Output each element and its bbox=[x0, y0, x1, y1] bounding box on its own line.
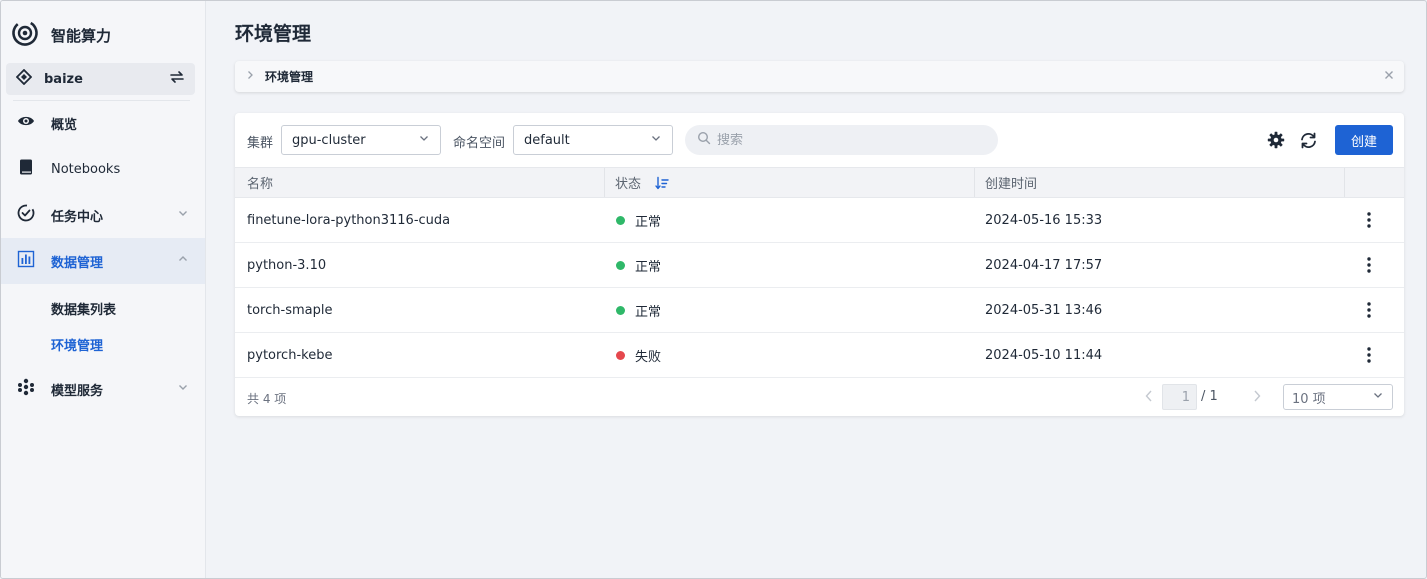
notebook-icon bbox=[17, 158, 35, 180]
chevron-up-icon bbox=[177, 253, 189, 269]
status-text: 正常 bbox=[635, 304, 662, 320]
column-header-name[interactable]: 名称 bbox=[247, 168, 273, 197]
page-size-value: 10 项 bbox=[1292, 391, 1326, 407]
sidebar-subitem-datasets[interactable]: 数据集列表 bbox=[51, 299, 116, 318]
chevron-down-icon bbox=[1372, 389, 1384, 405]
table-row[interactable]: finetune-lora-python3116-cuda 正常 2024-05… bbox=[235, 198, 1404, 243]
cluster-select-value: gpu-cluster bbox=[292, 132, 366, 148]
page-input[interactable]: 1 bbox=[1162, 384, 1197, 410]
sidebar-subitem-environment[interactable]: 环境管理 bbox=[51, 335, 103, 354]
column-divider bbox=[604, 168, 605, 197]
create-button[interactable]: 创建 bbox=[1335, 125, 1393, 155]
app-window: 智能算力 baize 概览 Notebooks 任务中心 数据管理 数据集列表 … bbox=[0, 0, 1427, 579]
table-row[interactable]: python-3.10 正常 2024-04-17 17:57 bbox=[235, 243, 1404, 288]
sidebar: 智能算力 baize 概览 Notebooks 任务中心 数据管理 数据集列表 … bbox=[1, 1, 206, 578]
breadcrumb: 环境管理 bbox=[235, 61, 1404, 92]
row-created: 2024-05-10 11:44 bbox=[985, 347, 1103, 363]
table-row[interactable]: torch-smaple 正常 2024-05-31 13:46 bbox=[235, 288, 1404, 333]
chevron-down-icon bbox=[418, 132, 430, 148]
row-created: 2024-05-16 15:33 bbox=[985, 212, 1103, 228]
brand: 智能算力 bbox=[11, 19, 112, 51]
sidebar-item-overview[interactable]: 概览 bbox=[1, 100, 205, 146]
table-row[interactable]: pytorch-kebe 失败 2024-05-10 11:44 bbox=[235, 333, 1404, 378]
switch-icon[interactable] bbox=[169, 69, 185, 89]
row-name[interactable]: torch-smaple bbox=[247, 288, 332, 332]
page-title: 环境管理 bbox=[235, 23, 312, 45]
sidebar-item-model-service[interactable]: 模型服务 bbox=[1, 366, 205, 412]
column-header-created[interactable]: 创建时间 bbox=[985, 168, 1037, 197]
more-actions-icon[interactable] bbox=[1361, 300, 1377, 320]
sidebar-item-notebooks[interactable]: Notebooks bbox=[1, 146, 205, 192]
search-box bbox=[685, 125, 998, 155]
row-name[interactable]: finetune-lora-python3116-cuda bbox=[247, 198, 450, 242]
chevron-down-icon bbox=[177, 381, 189, 397]
row-status: 正常 bbox=[616, 198, 661, 242]
pagination: 共 4 项 1 / 1 10 项 bbox=[235, 378, 1404, 416]
namespace-select-value: default bbox=[524, 132, 570, 148]
row-created: 2024-04-17 17:57 bbox=[985, 257, 1103, 273]
table-header: 名称 状态 创建时间 bbox=[235, 167, 1404, 198]
cluster-select[interactable]: gpu-cluster bbox=[281, 125, 441, 155]
row-name[interactable]: pytorch-kebe bbox=[247, 333, 332, 377]
search-icon bbox=[697, 131, 711, 149]
row-status: 正常 bbox=[616, 288, 661, 332]
data-chart-icon bbox=[17, 250, 35, 272]
search-input[interactable] bbox=[717, 132, 977, 148]
chevron-left-icon[interactable] bbox=[1143, 389, 1155, 407]
workspace-name: baize bbox=[44, 71, 83, 87]
row-created: 2024-05-31 13:46 bbox=[985, 302, 1103, 318]
status-text: 正常 bbox=[635, 214, 662, 230]
sidebar-item-label: 模型服务 bbox=[51, 383, 104, 399]
gear-icon[interactable] bbox=[1266, 130, 1286, 150]
namespace-label: 命名空间 bbox=[453, 136, 506, 151]
row-name[interactable]: python-3.10 bbox=[247, 243, 326, 287]
sidebar-item-label: Notebooks bbox=[51, 161, 121, 177]
total-count: 共 4 项 bbox=[247, 392, 287, 406]
status-text: 正常 bbox=[635, 259, 662, 275]
page-size-select[interactable]: 10 项 bbox=[1283, 384, 1393, 410]
sidebar-item-data-management[interactable]: 数据管理 bbox=[1, 238, 205, 284]
column-divider bbox=[1344, 168, 1345, 197]
column-divider bbox=[974, 168, 975, 197]
sidebar-item-label: 任务中心 bbox=[51, 209, 104, 225]
more-actions-icon[interactable] bbox=[1361, 255, 1377, 275]
column-header-status-label: 状态 bbox=[615, 177, 642, 192]
breadcrumb-item[interactable]: 环境管理 bbox=[265, 68, 1384, 85]
workspace-switcher[interactable]: baize bbox=[6, 63, 195, 95]
status-dot bbox=[616, 260, 625, 270]
model-service-icon bbox=[17, 378, 35, 400]
close-icon[interactable] bbox=[1384, 69, 1394, 84]
namespace-select[interactable]: default bbox=[513, 125, 673, 155]
sidebar-item-label: 概览 bbox=[51, 117, 78, 133]
status-dot bbox=[616, 350, 625, 360]
sidebar-item-label: 数据管理 bbox=[51, 255, 104, 271]
app-title: 智能算力 bbox=[51, 26, 112, 45]
chevron-down-icon bbox=[650, 132, 662, 148]
status-dot bbox=[616, 305, 625, 315]
logo-icon bbox=[11, 19, 39, 51]
environment-table-card: 集群 gpu-cluster 命名空间 default 搜索 创建 名称 状态 … bbox=[235, 113, 1404, 416]
row-status: 失败 bbox=[616, 333, 661, 377]
task-check-icon bbox=[17, 204, 35, 226]
chevron-right-icon[interactable] bbox=[1251, 389, 1263, 407]
eye-icon bbox=[17, 112, 35, 134]
workspace-icon bbox=[15, 68, 33, 89]
status-dot bbox=[616, 215, 625, 225]
more-actions-icon[interactable] bbox=[1361, 345, 1377, 365]
chevron-down-icon bbox=[177, 207, 189, 223]
refresh-icon[interactable] bbox=[1298, 130, 1318, 150]
chevron-right-icon bbox=[245, 69, 255, 84]
column-header-status[interactable]: 状态 bbox=[615, 168, 669, 197]
toolbar: 集群 gpu-cluster 命名空间 default 搜索 创建 bbox=[235, 113, 1404, 167]
sidebar-item-task-center[interactable]: 任务中心 bbox=[1, 192, 205, 238]
sort-icon[interactable] bbox=[655, 176, 669, 190]
row-status: 正常 bbox=[616, 243, 661, 287]
page-total: / 1 bbox=[1201, 389, 1218, 404]
cluster-label: 集群 bbox=[247, 136, 274, 151]
more-actions-icon[interactable] bbox=[1361, 210, 1377, 230]
status-text: 失败 bbox=[635, 349, 662, 365]
